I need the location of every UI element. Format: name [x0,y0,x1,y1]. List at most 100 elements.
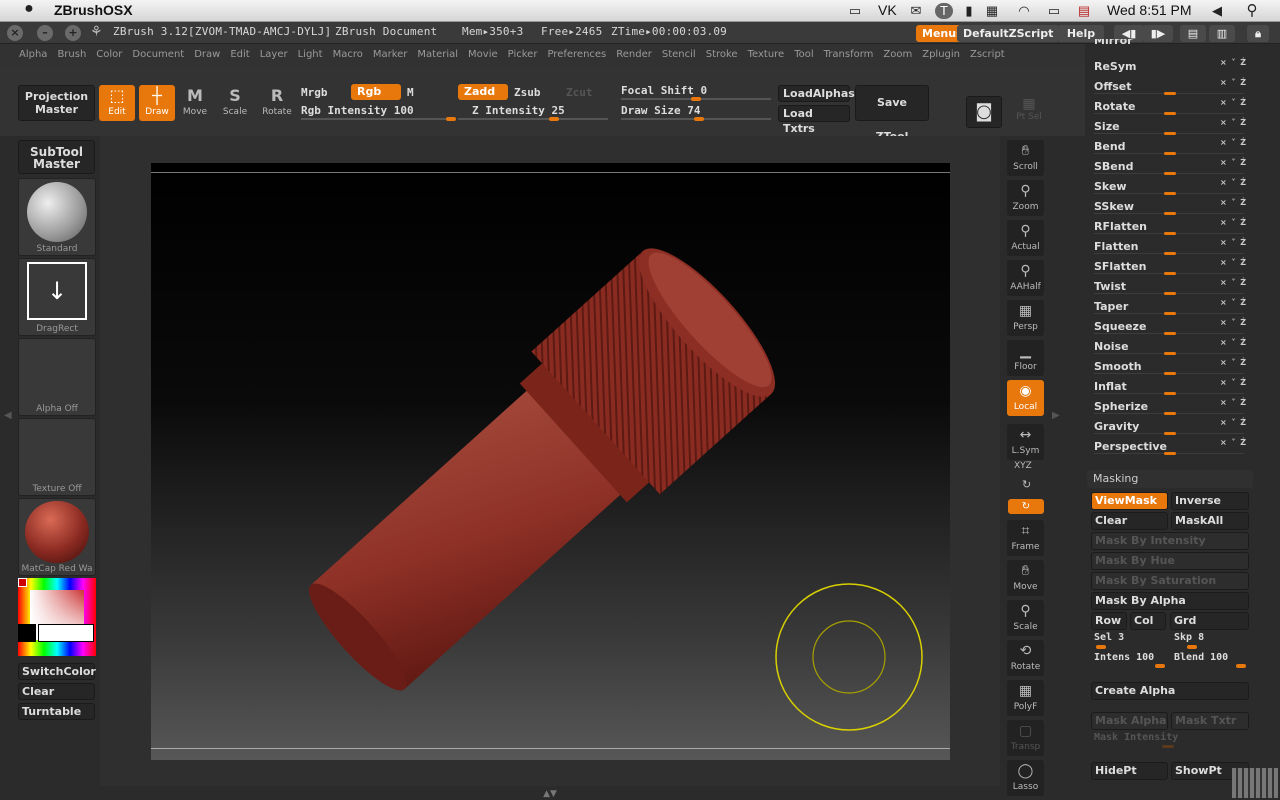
axis-toggle-icon[interactable]: × ˅ Ź [1220,118,1247,127]
axis-toggle-icon[interactable]: × ˅ Ź [1220,138,1247,147]
grd-button[interactable]: Grd [1170,612,1249,630]
slider-knob[interactable] [1164,112,1176,115]
switch-color-button[interactable]: SwitchColor [18,663,96,680]
axis-toggle-icon[interactable]: × ˅ Ź [1220,158,1247,167]
rotate-y-icon[interactable]: ↻ [1022,478,1031,491]
rotate-axis-icon[interactable]: ↻ [1008,499,1044,514]
slider-knob[interactable] [1164,372,1176,375]
vk-menu[interactable]: VK [878,2,897,18]
slider-knob[interactable] [1164,352,1176,355]
focal-shift-knob[interactable] [691,97,701,101]
menu-movie[interactable]: Movie [463,44,503,66]
menu-tool[interactable]: Tool [789,44,818,66]
mask-by-hue-button[interactable]: Mask By Hue [1091,552,1249,570]
sel-slider-knob[interactable] [1096,645,1106,649]
apple-icon[interactable]: ● [20,1,38,17]
scale-tool-button[interactable]: S Scale [217,85,253,121]
stroke-selector[interactable]: ↓ DragRect [18,258,96,336]
material-selector[interactable]: MatCap Red Wa [18,498,96,576]
mrgb-button[interactable]: Mrgb [301,86,328,99]
canvas[interactable] [151,163,950,760]
menu-light[interactable]: Light [293,44,328,66]
slider-knob[interactable] [1164,92,1176,95]
axis-toggle-icon[interactable]: × ˅ Ź [1220,438,1247,447]
zadd-button[interactable]: Zadd [458,84,508,100]
axis-toggle-icon[interactable]: × ˅ Ź [1220,198,1247,207]
draw-tool-button[interactable]: ┼ Draw [139,85,175,121]
shelf-frame-button[interactable]: ⌗ Frame [1007,520,1044,556]
turntable-button[interactable]: Turntable [18,703,95,720]
rotate-tool-button[interactable]: R Rotate [259,85,295,121]
deformation-sskew[interactable]: SSkew × ˅ Ź [1090,198,1250,217]
axis-toggle-icon[interactable]: × ˅ Ź [1220,278,1247,287]
spotlight-icon[interactable]: ⚲ [1243,3,1261,19]
menu-brush[interactable]: Brush [52,44,91,66]
menu-color[interactable]: Color [91,44,127,66]
shelf-move-button[interactable]: ✋︎ Move [1007,560,1044,596]
deformation-mirror[interactable]: Mirror [1090,39,1250,49]
menu-layer[interactable]: Layer [255,44,293,66]
shelf-floor-button[interactable]: ▁ Floor [1007,340,1044,376]
lock-icon[interactable]: 🔒︎ [1247,25,1269,42]
menu-stroke[interactable]: Stroke [701,44,743,66]
flag-icon[interactable]: ▤ [1075,3,1093,19]
slider-knob[interactable] [1164,132,1176,135]
keyboard-icon[interactable] [1232,768,1278,798]
bottle-model[interactable] [280,231,793,720]
deformation-taper[interactable]: Taper × ˅ Ź [1090,298,1250,317]
intens-slider-label[interactable]: Intens 100 [1094,652,1154,663]
shelf-zoom-button[interactable]: ⚲ Zoom [1007,180,1044,216]
left-collapse-icon[interactable]: ◀ [4,410,12,434]
slider-knob[interactable] [1164,452,1176,455]
mask-clear-button[interactable]: Clear [1091,512,1168,530]
sel-slider-label[interactable]: Sel 3 [1094,632,1124,643]
deformation-sflatten[interactable]: SFlatten × ˅ Ź [1090,258,1250,277]
menu-zscript[interactable]: Zscript [965,44,1010,66]
right-collapse-icon[interactable]: ▶ [1052,410,1060,434]
slider-knob[interactable] [1164,272,1176,275]
alpha-selector[interactable]: Alpha Off [18,338,96,416]
mask-by-alpha-button[interactable]: Mask By Alpha [1091,592,1249,610]
axis-toggle-icon[interactable]: × ˅ Ź [1220,58,1247,67]
slider-knob[interactable] [1164,172,1176,175]
deformation-sbend[interactable]: SBend × ˅ Ź [1090,158,1250,177]
rgb-intensity-slider[interactable] [301,118,456,120]
shelf-lsym-button[interactable]: ↔ L.Sym [1007,424,1044,460]
menu-edit[interactable]: Edit [225,44,254,66]
hidept-button[interactable]: HidePt [1091,762,1168,780]
deformation-noise[interactable]: Noise × ˅ Ź [1090,338,1250,357]
default-zscript-button[interactable]: DefaultZScript [957,25,1060,42]
axis-toggle-icon[interactable]: × ˅ Ź [1220,318,1247,327]
menu-transform[interactable]: Transform [819,44,879,66]
shelf-aahalf-button[interactable]: ⚲ AAHalf [1007,260,1044,296]
deformation-rflatten[interactable]: RFlatten × ˅ Ź [1090,218,1250,237]
main-color-swatch[interactable] [38,624,94,642]
edit-tool-button[interactable]: ⬚ Edit [99,85,135,121]
clock[interactable]: Wed 8:51 PM [1107,2,1192,18]
mail-icon[interactable]: ✉ [907,3,925,19]
maskall-button[interactable]: MaskAll [1171,512,1249,530]
skp-slider-knob[interactable] [1187,645,1197,649]
minimize-icon[interactable]: – [37,25,53,41]
spaces-icon[interactable]: ▦ [983,3,1001,19]
texture-selector[interactable]: Texture Off [18,418,96,496]
move-tool-button[interactable]: M Move [177,85,213,121]
slider-knob[interactable] [1164,432,1176,435]
axis-toggle-icon[interactable]: × ˅ Ź [1220,358,1247,367]
z-intensity-knob[interactable] [549,117,559,121]
axis-toggle-icon[interactable]: × ˅ Ź [1220,298,1247,307]
deformation-perspective[interactable]: Perspective × ˅ Ź [1090,438,1250,457]
zsub-button[interactable]: Zsub [514,86,541,99]
menu-marker[interactable]: Marker [368,44,413,66]
deformation-gravity[interactable]: Gravity × ˅ Ź [1090,418,1250,437]
inverse-button[interactable]: Inverse [1171,492,1249,510]
mask-by-intensity-button[interactable]: Mask By Intensity [1091,532,1249,550]
menu-stencil[interactable]: Stencil [657,44,701,66]
deformation-skew[interactable]: Skew × ˅ Ź [1090,178,1250,197]
deformation-flatten[interactable]: Flatten × ˅ Ź [1090,238,1250,257]
col-button[interactable]: Col [1130,612,1166,630]
menu-document[interactable]: Document [127,44,189,66]
z-intensity-slider[interactable] [458,118,608,120]
deformation-resym[interactable]: ReSym × ˅ Ź [1090,58,1250,77]
wifi-icon[interactable]: ◠ [1015,3,1033,19]
